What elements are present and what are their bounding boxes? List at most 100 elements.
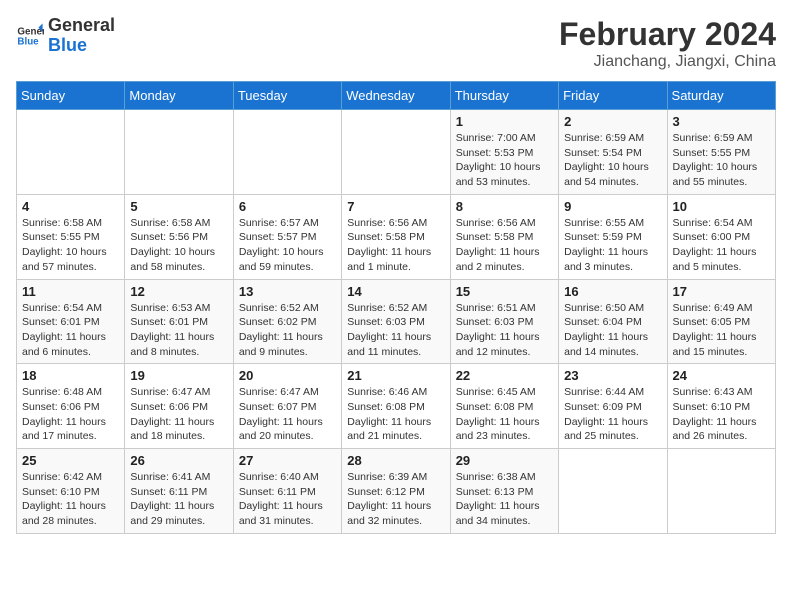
calendar-week-row: 4Sunrise: 6:58 AM Sunset: 5:55 PM Daylig… <box>17 194 776 279</box>
day-info: Sunrise: 6:56 AM Sunset: 5:58 PM Dayligh… <box>456 216 553 275</box>
calendar-cell: 7Sunrise: 6:56 AM Sunset: 5:58 PM Daylig… <box>342 194 450 279</box>
day-info: Sunrise: 6:59 AM Sunset: 5:55 PM Dayligh… <box>673 131 770 190</box>
day-info: Sunrise: 6:57 AM Sunset: 5:57 PM Dayligh… <box>239 216 336 275</box>
day-info: Sunrise: 6:54 AM Sunset: 6:01 PM Dayligh… <box>22 301 119 360</box>
day-number: 9 <box>564 199 661 214</box>
calendar-cell: 9 Sunrise: 6:55 AM Sunset: 5:59 PM Daylig… <box>559 194 667 279</box>
day-number: 5 <box>130 199 227 214</box>
calendar-week-row: 11 Sunrise: 6:54 AM Sunset: 6:01 PM Dayli… <box>17 279 776 364</box>
calendar-cell: 28Sunrise: 6:39 AM Sunset: 6:12 PM Dayli… <box>342 449 450 534</box>
calendar-cell: 21 Sunrise: 6:46 AM Sunset: 6:08 PM Dayli… <box>342 364 450 449</box>
day-number: 26 <box>130 453 227 468</box>
calendar-cell: 2 Sunrise: 6:59 AM Sunset: 5:54 PM Daylig… <box>559 110 667 195</box>
calendar-cell: 18Sunrise: 6:48 AM Sunset: 6:06 PM Dayli… <box>17 364 125 449</box>
calendar-cell <box>342 110 450 195</box>
calendar-cell: 4Sunrise: 6:58 AM Sunset: 5:55 PM Daylig… <box>17 194 125 279</box>
calendar-cell: 20Sunrise: 6:47 AM Sunset: 6:07 PM Dayli… <box>233 364 341 449</box>
logo-line1: General <box>48 16 115 36</box>
day-number: 19 <box>130 368 227 383</box>
svg-text:Blue: Blue <box>17 36 39 47</box>
day-number: 25 <box>22 453 119 468</box>
day-info: Sunrise: 6:42 AM Sunset: 6:10 PM Dayligh… <box>22 470 119 529</box>
day-info: Sunrise: 6:39 AM Sunset: 6:12 PM Dayligh… <box>347 470 444 529</box>
calendar-cell: 26Sunrise: 6:41 AM Sunset: 6:11 PM Dayli… <box>125 449 233 534</box>
calendar-cell <box>125 110 233 195</box>
day-info: Sunrise: 6:52 AM Sunset: 6:03 PM Dayligh… <box>347 301 444 360</box>
calendar-cell: 27 Sunrise: 6:40 AM Sunset: 6:11 PM Dayli… <box>233 449 341 534</box>
day-number: 3 <box>673 114 770 129</box>
calendar-cell: 10 Sunrise: 6:54 AM Sunset: 6:00 PM Dayli… <box>667 194 775 279</box>
calendar-cell: 22 Sunrise: 6:45 AM Sunset: 6:08 PM Dayli… <box>450 364 558 449</box>
day-info: Sunrise: 6:50 AM Sunset: 6:04 PM Dayligh… <box>564 301 661 360</box>
weekday-header-thursday: Thursday <box>450 82 558 110</box>
day-info: Sunrise: 6:59 AM Sunset: 5:54 PM Dayligh… <box>564 131 661 190</box>
calendar-cell: 19 Sunrise: 6:47 AM Sunset: 6:06 PM Dayli… <box>125 364 233 449</box>
day-info: Sunrise: 6:56 AM Sunset: 5:58 PM Dayligh… <box>347 216 444 275</box>
calendar-cell <box>559 449 667 534</box>
day-info: Sunrise: 6:55 AM Sunset: 5:59 PM Dayligh… <box>564 216 661 275</box>
calendar-week-row: 25 Sunrise: 6:42 AM Sunset: 6:10 PM Dayli… <box>17 449 776 534</box>
day-info: Sunrise: 6:38 AM Sunset: 6:13 PM Dayligh… <box>456 470 553 529</box>
month-year-title: February 2024 <box>559 16 776 53</box>
calendar-cell: 13Sunrise: 6:52 AM Sunset: 6:02 PM Dayli… <box>233 279 341 364</box>
calendar-cell <box>667 449 775 534</box>
logo-line2: Blue <box>48 36 115 56</box>
day-info: Sunrise: 6:43 AM Sunset: 6:10 PM Dayligh… <box>673 385 770 444</box>
weekday-header-tuesday: Tuesday <box>233 82 341 110</box>
day-number: 22 <box>456 368 553 383</box>
calendar-cell: 12 Sunrise: 6:53 AM Sunset: 6:01 PM Dayli… <box>125 279 233 364</box>
calendar-cell <box>233 110 341 195</box>
day-info: Sunrise: 6:58 AM Sunset: 5:56 PM Dayligh… <box>130 216 227 275</box>
calendar-table: SundayMondayTuesdayWednesdayThursdayFrid… <box>16 81 776 534</box>
day-number: 2 <box>564 114 661 129</box>
day-number: 21 <box>347 368 444 383</box>
day-number: 6 <box>239 199 336 214</box>
day-number: 14 <box>347 284 444 299</box>
day-info: Sunrise: 6:47 AM Sunset: 6:06 PM Dayligh… <box>130 385 227 444</box>
calendar-cell: 11 Sunrise: 6:54 AM Sunset: 6:01 PM Dayli… <box>17 279 125 364</box>
calendar-week-row: 18Sunrise: 6:48 AM Sunset: 6:06 PM Dayli… <box>17 364 776 449</box>
calendar-cell: 29Sunrise: 6:38 AM Sunset: 6:13 PM Dayli… <box>450 449 558 534</box>
calendar-cell: 6 Sunrise: 6:57 AM Sunset: 5:57 PM Daylig… <box>233 194 341 279</box>
day-info: Sunrise: 6:45 AM Sunset: 6:08 PM Dayligh… <box>456 385 553 444</box>
location-subtitle: Jianchang, Jiangxi, China <box>559 53 776 71</box>
title-block: February 2024 Jianchang, Jiangxi, China <box>559 16 776 71</box>
weekday-header-monday: Monday <box>125 82 233 110</box>
day-number: 12 <box>130 284 227 299</box>
weekday-header-wednesday: Wednesday <box>342 82 450 110</box>
calendar-cell: 8 Sunrise: 6:56 AM Sunset: 5:58 PM Daylig… <box>450 194 558 279</box>
day-info: Sunrise: 6:48 AM Sunset: 6:06 PM Dayligh… <box>22 385 119 444</box>
day-info: Sunrise: 6:47 AM Sunset: 6:07 PM Dayligh… <box>239 385 336 444</box>
day-number: 27 <box>239 453 336 468</box>
day-number: 23 <box>564 368 661 383</box>
calendar-cell: 1 Sunrise: 7:00 AM Sunset: 5:53 PM Daylig… <box>450 110 558 195</box>
weekday-header-row: SundayMondayTuesdayWednesdayThursdayFrid… <box>17 82 776 110</box>
day-info: Sunrise: 7:00 AM Sunset: 5:53 PM Dayligh… <box>456 131 553 190</box>
day-info: Sunrise: 6:40 AM Sunset: 6:11 PM Dayligh… <box>239 470 336 529</box>
calendar-cell: 23 Sunrise: 6:44 AM Sunset: 6:09 PM Dayli… <box>559 364 667 449</box>
calendar-cell: 16Sunrise: 6:50 AM Sunset: 6:04 PM Dayli… <box>559 279 667 364</box>
calendar-cell: 5 Sunrise: 6:58 AM Sunset: 5:56 PM Daylig… <box>125 194 233 279</box>
weekday-header-sunday: Sunday <box>17 82 125 110</box>
weekday-header-saturday: Saturday <box>667 82 775 110</box>
calendar-cell: 17Sunrise: 6:49 AM Sunset: 6:05 PM Dayli… <box>667 279 775 364</box>
logo-text: General Blue <box>48 16 115 56</box>
logo: General Blue General Blue <box>16 16 115 56</box>
day-number: 1 <box>456 114 553 129</box>
day-info: Sunrise: 6:46 AM Sunset: 6:08 PM Dayligh… <box>347 385 444 444</box>
day-number: 17 <box>673 284 770 299</box>
day-info: Sunrise: 6:44 AM Sunset: 6:09 PM Dayligh… <box>564 385 661 444</box>
day-number: 4 <box>22 199 119 214</box>
calendar-cell: 14 Sunrise: 6:52 AM Sunset: 6:03 PM Dayli… <box>342 279 450 364</box>
calendar-week-row: 1 Sunrise: 7:00 AM Sunset: 5:53 PM Daylig… <box>17 110 776 195</box>
day-number: 8 <box>456 199 553 214</box>
day-info: Sunrise: 6:53 AM Sunset: 6:01 PM Dayligh… <box>130 301 227 360</box>
day-number: 11 <box>22 284 119 299</box>
page-header: General Blue General Blue February 2024 … <box>16 16 776 71</box>
day-info: Sunrise: 6:54 AM Sunset: 6:00 PM Dayligh… <box>673 216 770 275</box>
calendar-cell: 3 Sunrise: 6:59 AM Sunset: 5:55 PM Daylig… <box>667 110 775 195</box>
day-number: 15 <box>456 284 553 299</box>
weekday-header-friday: Friday <box>559 82 667 110</box>
day-number: 10 <box>673 199 770 214</box>
day-info: Sunrise: 6:51 AM Sunset: 6:03 PM Dayligh… <box>456 301 553 360</box>
